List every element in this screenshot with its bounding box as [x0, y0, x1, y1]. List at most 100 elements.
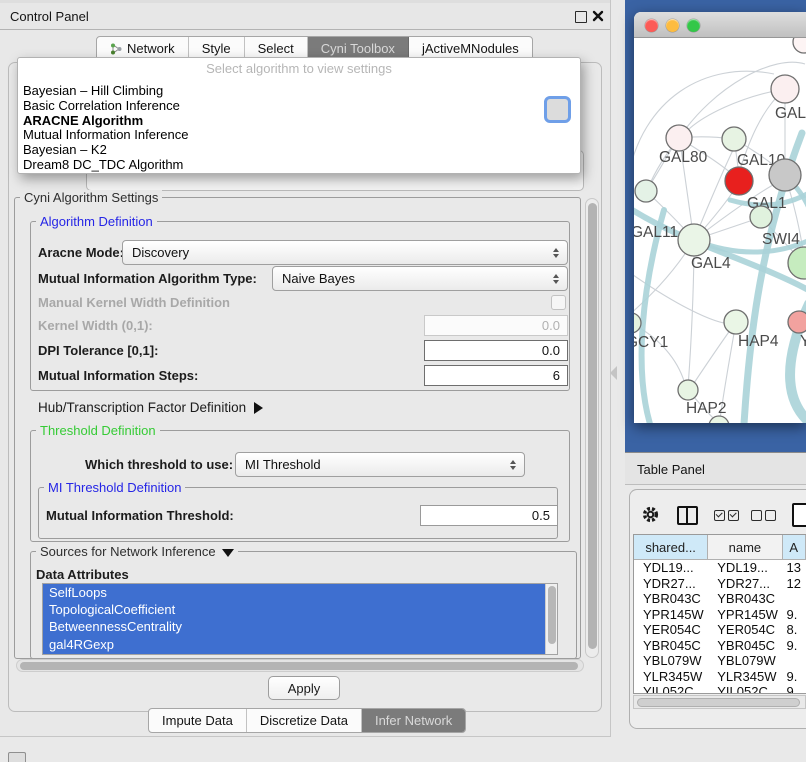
column-header-shared[interactable]: shared...	[634, 535, 708, 560]
network-node-gal4[interactable]	[678, 224, 710, 256]
mi-steps-field[interactable]: 6	[424, 365, 568, 386]
network-node-hap2[interactable]	[678, 380, 698, 400]
attribute-item[interactable]: BetweennessCentrality	[43, 618, 545, 635]
manual-kernel-width-checkbox[interactable]	[551, 295, 566, 310]
table-cell: YDR27...	[634, 576, 708, 592]
network-node-gal1[interactable]	[725, 167, 753, 195]
column-header-name[interactable]: name	[708, 535, 782, 560]
attributes-scrollbar[interactable]	[545, 584, 557, 654]
tab-infer-network[interactable]: Infer Network	[362, 709, 465, 732]
mi-algorithm-type-combobox[interactable]: Naive Bayes	[272, 266, 568, 291]
table-cell: YER054C	[708, 622, 782, 638]
panel-splitter-handle[interactable]	[610, 366, 617, 380]
tab-impute-data[interactable]: Impute Data	[149, 709, 247, 732]
attribute-item[interactable]: TopologicalCoefficient	[43, 601, 545, 618]
tab-label: jActiveMNodules	[422, 41, 519, 56]
node-label-hap4: HAP4	[738, 333, 779, 350]
which-threshold-value: MI Threshold	[236, 457, 506, 472]
document-icon[interactable]	[792, 503, 806, 527]
node-label-gal11: GAL11	[634, 224, 678, 241]
network-node-gal80[interactable]	[666, 125, 692, 151]
tab-discretize-data[interactable]: Discretize Data	[247, 709, 362, 732]
mi-steps-label: Mutual Information Steps:	[38, 363, 198, 388]
column-header-A[interactable]: A	[783, 535, 806, 560]
table-cell: 12	[783, 576, 806, 592]
mi-threshold-field[interactable]: 0.5	[420, 505, 558, 526]
dpi-tolerance-field[interactable]: 0.0	[424, 340, 568, 361]
apply-button[interactable]: Apply	[268, 676, 340, 700]
algorithm-combobox-arrow-fragment[interactable]	[544, 96, 571, 123]
minimized-panel-icon[interactable]	[8, 752, 26, 762]
table-horizontal-scrollbar[interactable]	[633, 695, 806, 709]
hub-definition-label: Hub/Transcription Factor Definition	[38, 400, 246, 415]
table-cell: YDR27...	[708, 576, 782, 592]
desktop: Control Panel NetworkStyleSelectCyni Too…	[0, 0, 806, 762]
network-node-hap4[interactable]	[724, 310, 748, 334]
settings-horizontal-scrollbar[interactable]	[16, 659, 584, 672]
threshold-definition-title: Threshold Definition	[36, 423, 160, 438]
table-row[interactable]: YER054CYER054C8.	[634, 622, 806, 638]
aracne-mode-combobox[interactable]: Discovery	[122, 240, 568, 265]
table-row[interactable]: YIL052CYIL052C9	[634, 684, 806, 694]
table-cell: 8.	[783, 622, 806, 638]
close-icon[interactable]	[592, 10, 604, 22]
table-body: YDL19...YDL19...13YDR27...YDR27...12YBR0…	[634, 560, 806, 694]
network-node-gal11[interactable]	[635, 180, 657, 202]
algorithm-option[interactable]: Bayesian – Hill Climbing	[23, 84, 575, 99]
attribute-item-partial[interactable]	[43, 653, 545, 655]
which-threshold-combobox[interactable]: MI Threshold	[235, 452, 525, 477]
network-window-titlebar[interactable]	[634, 12, 806, 38]
node-label-gal: GAL	[775, 105, 806, 122]
network-node-gal10[interactable]	[722, 127, 746, 151]
hub-definition-toggle[interactable]: Hub/Transcription Factor Definition	[38, 395, 263, 420]
gear-icon[interactable]	[641, 505, 660, 524]
manual-kernel-width-label: Manual Kernel Width Definition	[38, 290, 230, 315]
network-view-window: GALGAL80GAL10GAL1GAL11GAL4SWI4GCY1HAP4YH…	[634, 12, 806, 423]
table-row[interactable]: YPR145WYPR145W9.	[634, 607, 806, 623]
network-edge-thick[interactable]	[642, 210, 664, 423]
mi-threshold-label: Mutual Information Threshold:	[46, 503, 234, 528]
attribute-item[interactable]: SelfLoops	[43, 584, 545, 601]
node-label-y: Y	[800, 333, 806, 350]
network-node[interactable]	[788, 247, 806, 279]
kernel-width-field[interactable]: 0.0	[424, 315, 568, 336]
settings-vertical-scrollbar[interactable]	[585, 198, 599, 658]
table-row[interactable]: YDR27...YDR27...12	[634, 576, 806, 592]
table-row[interactable]: YBL079WYBL079W	[634, 653, 806, 669]
table-row[interactable]: YBR045CYBR045C9.	[634, 638, 806, 654]
network-node-gal[interactable]	[771, 75, 799, 103]
data-attributes-list[interactable]: SelfLoopsTopologicalCoefficientBetweenne…	[42, 583, 558, 655]
tab-label: Impute Data	[162, 713, 233, 728]
node-label-hap2: HAP2	[686, 400, 727, 417]
attribute-item[interactable]: gal4RGexp	[43, 636, 545, 653]
algorithm-option[interactable]: Mutual Information Inference	[23, 128, 575, 143]
kernel-width-label: Kernel Width (0,1):	[38, 313, 153, 338]
network-node-y[interactable]	[788, 311, 806, 333]
algorithm-option[interactable]: Basic Correlation Inference	[23, 99, 575, 114]
close-traffic-light[interactable]	[645, 19, 658, 32]
table-row[interactable]: YLR345WYLR345W9.	[634, 669, 806, 685]
table-row[interactable]: YBR043CYBR043C	[634, 591, 806, 607]
table-cell	[783, 653, 806, 669]
minimize-traffic-light[interactable]	[666, 19, 679, 32]
network-canvas[interactable]: GALGAL80GAL10GAL1GAL11GAL4SWI4GCY1HAP4YH…	[634, 38, 806, 423]
column-chooser-icon[interactable]	[677, 506, 698, 525]
algorithm-option[interactable]: ARACNE Algorithm	[23, 114, 575, 129]
float-window-icon[interactable]	[575, 11, 587, 23]
network-node[interactable]	[769, 159, 801, 191]
network-node-swi4[interactable]	[750, 206, 772, 228]
zoom-traffic-light[interactable]	[687, 19, 700, 32]
table-cell: YIL052C	[708, 684, 782, 694]
node-label-gcy1: GCY1	[634, 334, 668, 351]
table-row[interactable]: YDL19...YDL19...13	[634, 560, 806, 576]
algorithm-option[interactable]: Bayesian – K2	[23, 143, 575, 158]
control-panel-window: Control Panel NetworkStyleSelectCyni Too…	[0, 0, 611, 737]
tab-label: Cyni Toolbox	[321, 41, 395, 56]
algorithm-option[interactable]: Dream8 DC_TDC Algorithm	[23, 158, 575, 173]
select-all-icon[interactable]	[714, 510, 739, 521]
deselect-all-icon[interactable]	[751, 510, 776, 521]
network-node[interactable]	[793, 38, 806, 53]
sources-group-title[interactable]: Sources for Network Inference	[36, 544, 238, 559]
dpi-tolerance-label: DPI Tolerance [0,1]:	[38, 338, 158, 363]
bottom-tab-bar: Impute Data Discretize DataInfer Network	[148, 708, 466, 733]
